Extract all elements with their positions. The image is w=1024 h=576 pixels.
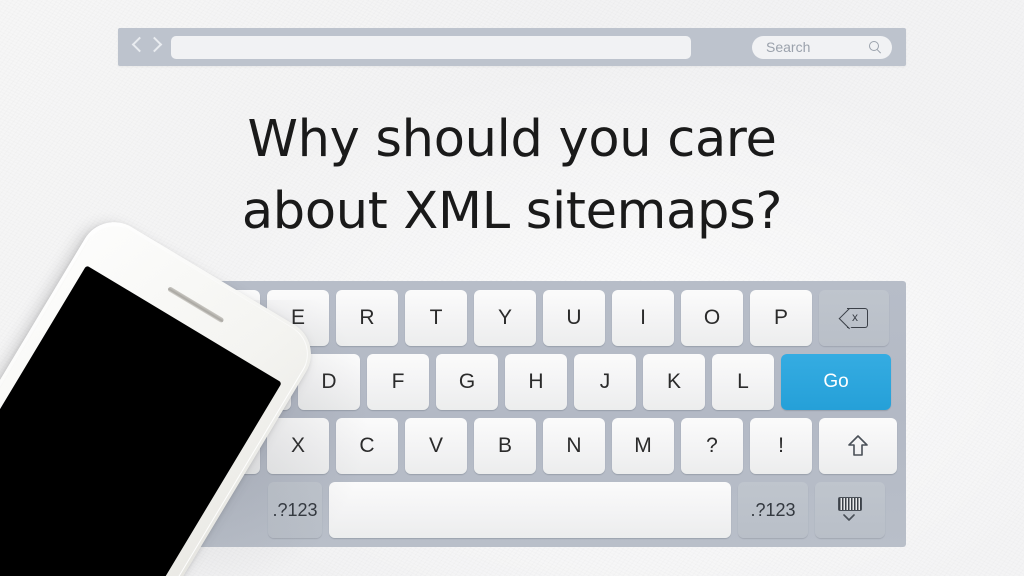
key-o[interactable]: O xyxy=(681,290,743,346)
backspace-key[interactable]: x xyxy=(819,290,889,346)
page-title-line-2: about XML sitemaps? xyxy=(241,182,783,241)
key-b[interactable]: B xyxy=(474,418,536,474)
slide-canvas: Why should you care about XML sitemaps? … xyxy=(0,0,1024,576)
key-y[interactable]: Y xyxy=(474,290,536,346)
key-u[interactable]: U xyxy=(543,290,605,346)
chevron-left-icon[interactable] xyxy=(131,36,144,58)
shift-arrow-icon xyxy=(847,434,869,458)
symbols-key-right[interactable]: .?123 xyxy=(738,482,808,538)
browser-toolbar xyxy=(118,28,906,66)
shift-key[interactable] xyxy=(819,418,897,474)
go-key[interactable]: Go xyxy=(781,354,891,410)
key-m[interactable]: M xyxy=(612,418,674,474)
search-field[interactable] xyxy=(752,35,892,59)
key-g[interactable]: G xyxy=(436,354,498,410)
key-j[interactable]: J xyxy=(574,354,636,410)
key-x[interactable]: X xyxy=(267,418,329,474)
key-r[interactable]: R xyxy=(336,290,398,346)
key-k[interactable]: K xyxy=(643,354,705,410)
key-n[interactable]: N xyxy=(543,418,605,474)
keyboard-row-4: .?123 .?123 xyxy=(268,482,885,538)
address-bar-input[interactable] xyxy=(171,35,691,59)
page-title-line-1: Why should you care xyxy=(247,110,777,169)
search-input[interactable] xyxy=(764,38,868,56)
space-key[interactable] xyxy=(329,482,731,538)
backspace-icon: x xyxy=(838,308,868,329)
navigation-arrows xyxy=(131,36,161,58)
magnifying-glass-icon[interactable] xyxy=(869,40,882,54)
earpiece-speaker xyxy=(167,286,225,324)
symbols-key-left[interactable]: .?123 xyxy=(268,482,322,538)
key-v[interactable]: V xyxy=(405,418,467,474)
key-exclamation-mark[interactable]: ! xyxy=(750,418,812,474)
key-question-mark[interactable]: ? xyxy=(681,418,743,474)
key-t[interactable]: T xyxy=(405,290,467,346)
key-h[interactable]: H xyxy=(505,354,567,410)
key-c[interactable]: C xyxy=(336,418,398,474)
page-title: Why should you care about XML sitemaps? xyxy=(0,104,1024,248)
chevron-right-icon[interactable] xyxy=(148,36,161,58)
key-f[interactable]: F xyxy=(367,354,429,410)
dismiss-keyboard-icon xyxy=(837,497,863,523)
keyboard-row-3: Z X C V B N M ? ! xyxy=(198,418,897,474)
dismiss-keyboard-key[interactable] xyxy=(815,482,885,538)
key-i[interactable]: I xyxy=(612,290,674,346)
key-l[interactable]: L xyxy=(712,354,774,410)
key-p[interactable]: P xyxy=(750,290,812,346)
